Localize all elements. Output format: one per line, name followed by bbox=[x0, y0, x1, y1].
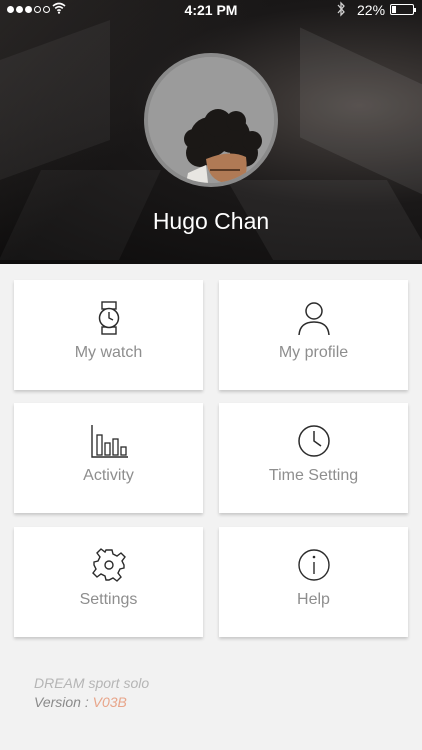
help-button[interactable]: Help bbox=[219, 527, 408, 637]
version-label: Version : bbox=[34, 694, 93, 710]
settings-button[interactable]: Settings bbox=[14, 527, 203, 637]
settings-label: Settings bbox=[79, 591, 138, 608]
battery-icon bbox=[390, 4, 416, 15]
clock-icon bbox=[297, 425, 330, 457]
avatar-photo bbox=[148, 57, 274, 183]
my-watch-button[interactable]: My watch bbox=[14, 280, 203, 390]
avatar[interactable] bbox=[144, 53, 278, 187]
person-icon bbox=[297, 302, 330, 336]
bar-chart-icon bbox=[90, 425, 128, 458]
battery-percent: 22% bbox=[357, 2, 386, 18]
version-line: Version : V03B bbox=[34, 693, 149, 712]
info-icon bbox=[297, 549, 330, 581]
gear-icon bbox=[91, 548, 126, 582]
watch-icon bbox=[98, 301, 119, 335]
product-name: DREAM sport solo bbox=[34, 675, 150, 691]
time-setting-button[interactable]: Time Setting bbox=[219, 403, 408, 513]
my-profile-button[interactable]: My profile bbox=[219, 280, 408, 390]
version-number: V03B bbox=[92, 694, 127, 710]
profile-name: Hugo Chan bbox=[152, 208, 270, 234]
app-info: DREAM sport solo Version : V03B bbox=[34, 674, 149, 712]
my-watch-label: My watch bbox=[74, 344, 143, 361]
status-bar: 4:21 PM 22% bbox=[0, 0, 422, 20]
profile-header: 4:21 PM 22% Hugo Chan bbox=[0, 0, 422, 264]
time-setting-label: Time Setting bbox=[268, 467, 359, 484]
help-label: Help bbox=[297, 591, 330, 608]
background-facet bbox=[0, 19, 110, 181]
my-profile-label: My profile bbox=[278, 344, 349, 361]
activity-button[interactable]: Activity bbox=[14, 403, 203, 513]
bluetooth-icon bbox=[337, 1, 345, 17]
activity-label: Activity bbox=[83, 467, 134, 484]
background-facet bbox=[300, 27, 422, 203]
